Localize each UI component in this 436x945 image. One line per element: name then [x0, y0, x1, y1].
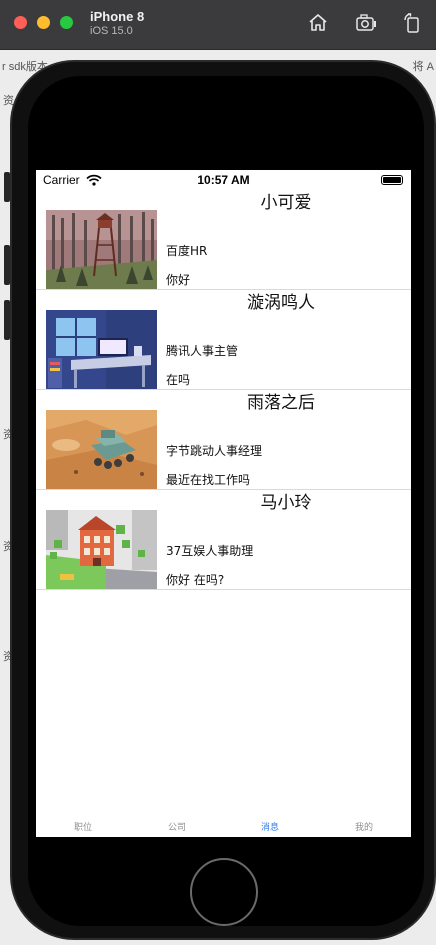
forest-watchtower-image [46, 210, 157, 289]
volume-down-button [4, 300, 10, 340]
last-message: 最近在找工作吗 [166, 473, 251, 487]
contact-name: 马小玲 [260, 493, 312, 513]
screenshot-icon[interactable] [354, 11, 378, 35]
contact-name: 漩涡鸣人 [247, 293, 315, 313]
volume-up-button [4, 245, 10, 285]
battery-icon [381, 175, 403, 185]
device-name: iPhone 8 [90, 9, 145, 24]
minimize-window-button[interactable] [37, 16, 50, 29]
last-message: 在吗 [166, 373, 191, 387]
simulator-titlebar: iPhone 8 iOS 15.0 [0, 0, 436, 50]
tab-profile[interactable]: 我的 [317, 820, 411, 833]
home-button[interactable] [190, 858, 258, 926]
last-message: 你好 [166, 273, 191, 287]
os-version: iOS 15.0 [90, 25, 133, 37]
contact-title: 百度HR [166, 244, 208, 258]
tab-companies[interactable]: 公司 [130, 820, 224, 833]
tab-messages[interactable]: 消息 [223, 820, 317, 833]
close-window-button[interactable] [14, 16, 27, 29]
status-bar: Carrier 10:57 AM [36, 170, 411, 190]
status-time: 10:57 AM [197, 173, 250, 187]
contact-name: 小可爱 [260, 193, 312, 213]
mute-switch [4, 172, 10, 202]
phone-screen: Carrier 10:57 AM 小可爱 百度HR 你好 漩涡鸣人 腾讯人事主管… [36, 170, 411, 837]
city-building-image [46, 510, 157, 589]
message-row[interactable]: 漩涡鸣人 腾讯人事主管 在吗 [36, 290, 411, 390]
message-row[interactable]: 小可爱 百度HR 你好 [36, 190, 411, 290]
message-list: 小可爱 百度HR 你好 漩涡鸣人 腾讯人事主管 在吗 雨落之后 字节跳动人事经理… [36, 190, 411, 590]
message-row[interactable]: 雨落之后 字节跳动人事经理 最近在找工作吗 [36, 390, 411, 490]
contact-title: 字节跳动人事经理 [166, 444, 263, 458]
tab-bar: 职位 公司 消息 我的 [36, 817, 411, 837]
contact-title: 腾讯人事主管 [166, 344, 239, 358]
rotate-icon[interactable] [400, 11, 424, 35]
zoom-window-button[interactable] [60, 16, 73, 29]
desk-room-image [46, 310, 157, 389]
home-icon[interactable] [306, 11, 330, 35]
message-row[interactable]: 马小玲 37互娱人事助理 你好 在吗? [36, 490, 411, 590]
contact-name: 雨落之后 [247, 393, 315, 413]
background-text: 将 A [412, 61, 434, 73]
last-message: 你好 在吗? [166, 573, 225, 587]
tab-jobs[interactable]: 职位 [36, 820, 130, 833]
desert-vehicle-image [46, 410, 157, 489]
contact-title: 37互娱人事助理 [166, 544, 254, 558]
